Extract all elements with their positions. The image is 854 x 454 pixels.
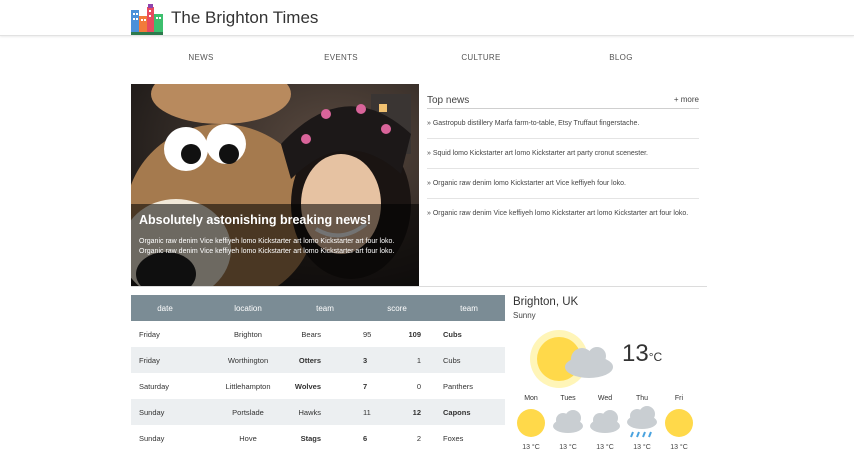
cell-s2: 12 [412, 408, 421, 417]
table-body: Friday Brighton Bears 95 109 Cubs Friday Worthi… [131, 321, 505, 451]
weather-condition: Sunny [513, 311, 536, 320]
cell-date: Friday [139, 356, 160, 365]
forecast-temperature: 13 °C [633, 444, 651, 451]
cell-location: Brighton [234, 330, 262, 339]
scores-table: date location team score team Friday Brig… [131, 295, 505, 451]
current-temperature: 13°C [622, 340, 662, 368]
column-header-team: team [316, 304, 334, 313]
cell-s1: 11 [363, 408, 371, 417]
forecast-temperature: 13 °C [596, 444, 614, 451]
nav-item-events[interactable]: EVENTS [271, 53, 411, 62]
forecast-temperature: 13 °C [522, 444, 540, 451]
cell-s2: 0 [416, 382, 421, 391]
cloud-icon [553, 410, 583, 433]
cell-location: Hove [239, 434, 257, 443]
cell-s2: 1 [416, 356, 421, 365]
cloud-icon [590, 410, 620, 433]
forecast-day: Wed [597, 395, 613, 402]
cell-s2: 109 [408, 330, 421, 339]
forecast-day: Fri [674, 395, 684, 402]
cell-s2: 2 [416, 434, 421, 443]
table-row[interactable]: Sunday Hove Stags 6 2 Foxes [131, 425, 505, 451]
rain-icon [627, 406, 657, 438]
temperature-unit: °C [648, 350, 663, 364]
news-item[interactable]: » Squid lomo Kickstarter art lomo Kickst… [427, 139, 699, 169]
more-news-link[interactable]: + more [674, 95, 699, 104]
table-header: date location team score team [131, 295, 505, 321]
cell-date: Friday [139, 330, 160, 339]
column-header-score: score [387, 304, 407, 313]
news-item[interactable]: » Organic raw denim lomo Kickstarter art… [427, 169, 699, 199]
table-row[interactable]: Friday Worthington Otters 3 1 Cubs [131, 347, 505, 373]
top-news-title: Top news [427, 95, 470, 106]
forecast-temperature: 13 °C [670, 444, 688, 451]
forecast-temperature: 13 °C [559, 444, 577, 451]
cell-s1: 3 [363, 356, 368, 365]
section-divider [131, 286, 707, 287]
cell-date: Sunday [139, 434, 165, 443]
cell-team2: Panthers [443, 382, 474, 391]
cell-team1: Otters [298, 356, 321, 365]
column-header-location: location [234, 304, 262, 313]
cell-team1: Hawks [298, 408, 321, 417]
forecast-day: Thu [635, 395, 649, 402]
cell-s1: 6 [363, 434, 368, 443]
cell-date: Sunday [139, 408, 165, 417]
forecast-day: Tues [560, 395, 576, 402]
news-item[interactable]: » Gastropub distillery Marfa farm-to-tab… [427, 109, 699, 139]
cell-location: Littlehampton [225, 382, 271, 391]
sun-icon [665, 409, 693, 437]
cell-s1: 95 [363, 330, 372, 339]
cell-team2: Cubs [443, 330, 462, 339]
cell-team1: Wolves [294, 382, 321, 391]
nav-item-culture[interactable]: CULTURE [411, 53, 551, 62]
table-row[interactable]: Sunday Portslade Hawks 11 12 Capons [131, 399, 505, 425]
column-header-team-2: team [460, 304, 478, 313]
table-row[interactable]: Saturday Littlehampton Wolves 7 0 Panthers [131, 373, 505, 399]
sun-cloud-icon [530, 330, 613, 388]
cell-team2: Cubs [443, 356, 461, 365]
sun-icon [517, 409, 545, 437]
nav-item-news[interactable]: NEWS [131, 53, 271, 62]
temperature-value: 13 [622, 340, 649, 367]
news-item[interactable]: » Organic raw denim Vice keffiyeh lomo K… [427, 199, 699, 228]
cell-team2: Foxes [443, 434, 464, 443]
site-header: The Brighton Times [0, 0, 854, 36]
hero-story[interactable]: Absolutely astonishing breaking news! Or… [131, 84, 419, 287]
site-title[interactable]: The Brighton Times [171, 8, 318, 28]
cell-location: Worthington [227, 356, 269, 365]
cell-s1: 7 [363, 382, 368, 391]
forecast-day: Mon [524, 395, 538, 402]
cell-team1: Stags [300, 434, 321, 443]
nav-item-blog[interactable]: BLOG [551, 53, 691, 62]
cell-team1: Bears [301, 330, 321, 339]
table-row[interactable]: Friday Brighton Bears 95 109 Cubs [131, 321, 505, 347]
column-header-date: date [157, 304, 173, 313]
hero-summary: Organic raw denim Vice keffiyeh lomo Kic… [139, 238, 395, 255]
top-news-panel: Top news + more » Gastropub distillery M… [427, 93, 699, 228]
city-buildings-icon[interactable] [131, 4, 163, 35]
hero-headline[interactable]: Absolutely astonishing breaking news! [139, 213, 371, 227]
cell-location: Portslade [232, 408, 264, 417]
cell-date: Saturday [139, 382, 170, 391]
main-nav: NEWS EVENTS CULTURE BLOG [131, 53, 691, 67]
top-news-header: Top news + more [427, 93, 699, 109]
weather-city: Brighton, UK [513, 296, 579, 308]
cell-team2: Capons [443, 408, 471, 417]
